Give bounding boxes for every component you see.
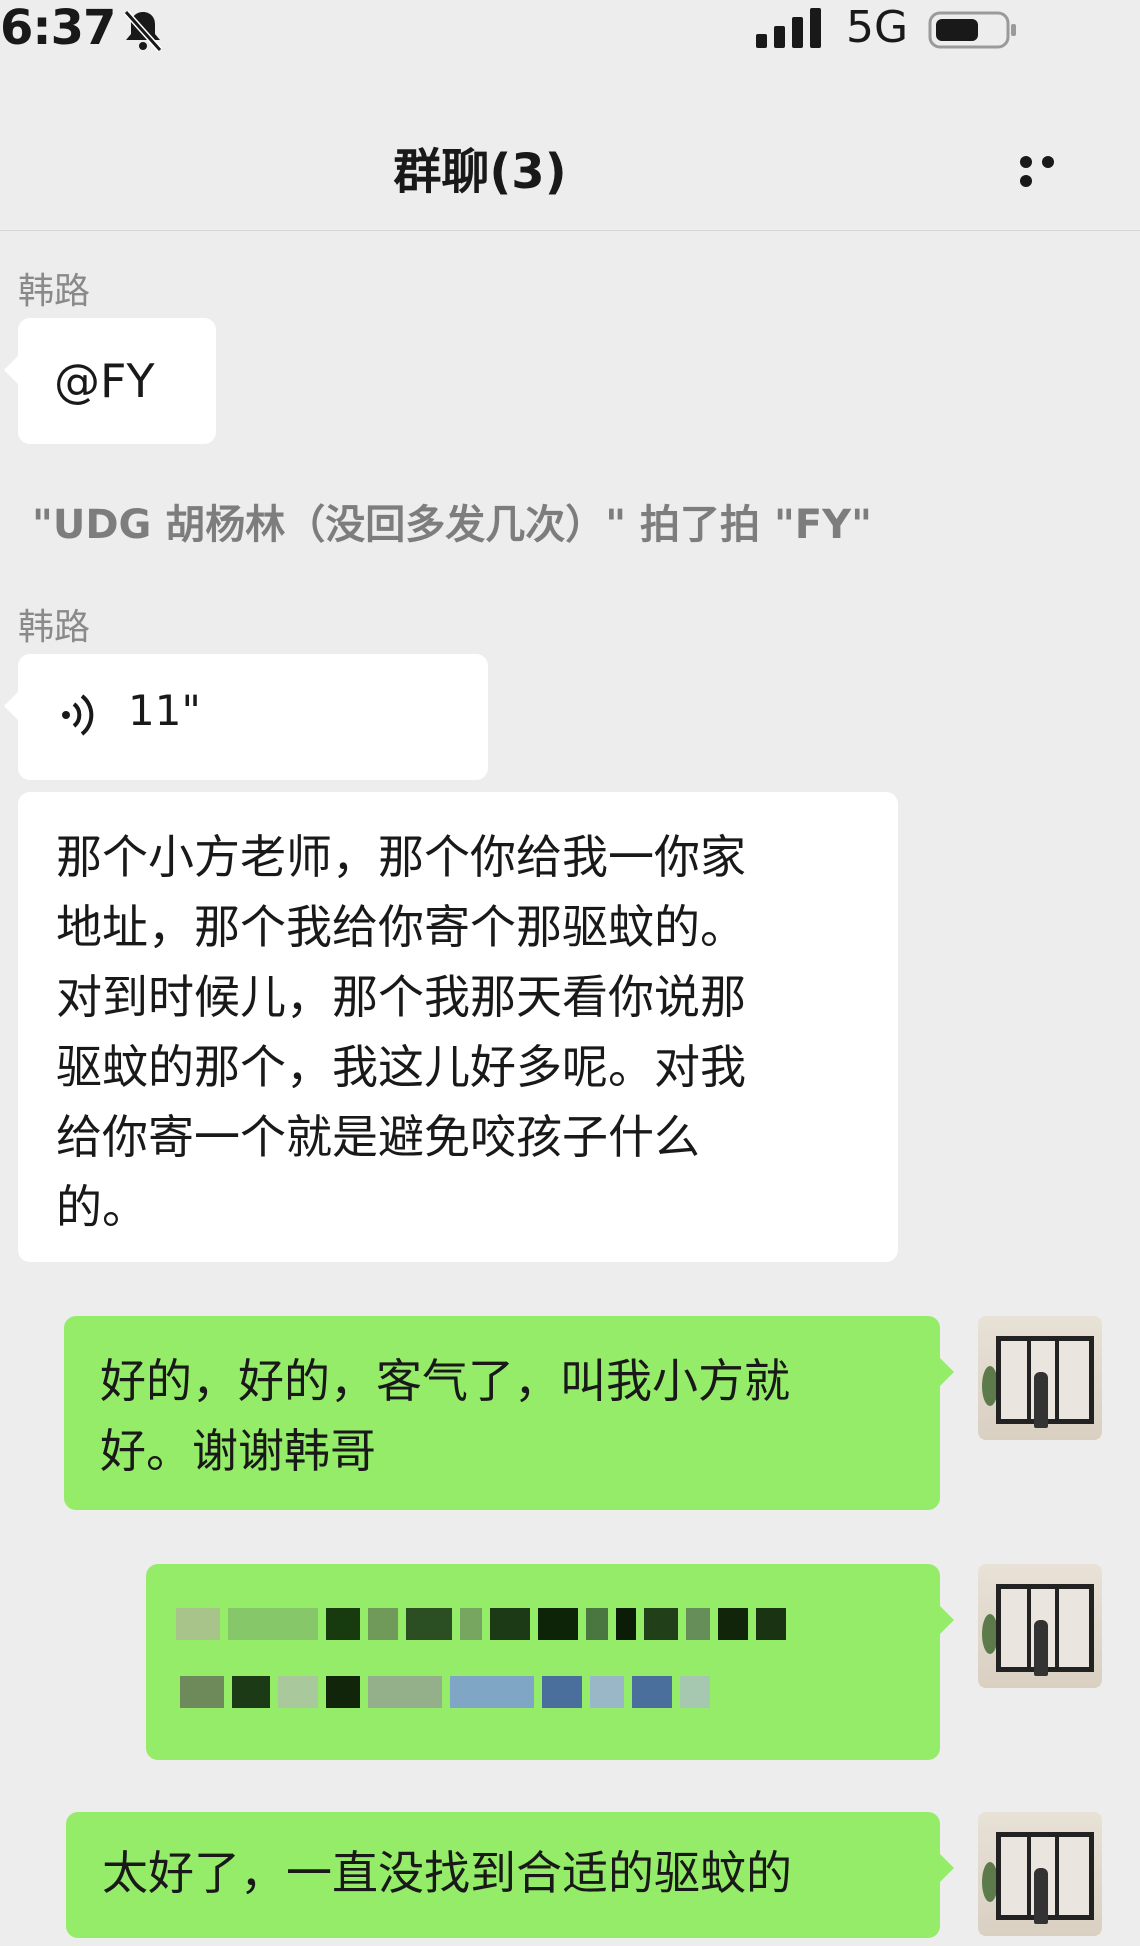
voice-wave-icon: [62, 694, 94, 736]
transcript-bubble[interactable]: 那个小方老师，那个你给我一你家 地址，那个我给你寄个那驱蚊的。 对到时候儿，那个…: [18, 792, 898, 1262]
network-type: 5G: [846, 2, 909, 53]
transcript-line: 对到时候儿，那个我那天看你说那: [56, 970, 746, 1024]
outgoing-message[interactable]: 好的，好的，客气了，叫我小方就 好。谢谢韩哥: [64, 1316, 954, 1510]
message-bubble[interactable]: @FY: [4, 318, 216, 444]
bell-muted-icon: [123, 9, 163, 52]
outgoing-message[interactable]: 太好了，一直没找到合适的驱蚊的: [66, 1812, 954, 1938]
system-notice: "UDG 胡杨林（没回多发几次）" 拍了拍 "FY": [32, 502, 872, 548]
avatar[interactable]: [978, 1812, 1102, 1936]
redacted-text: [180, 1676, 710, 1708]
chat-title: 群聊(3): [393, 144, 567, 200]
voice-duration: 11": [128, 686, 201, 735]
more-options-icon[interactable]: [1020, 153, 1084, 187]
avatar[interactable]: [978, 1316, 1102, 1440]
transcript-line: 那个小方老师，那个你给我一你家: [56, 830, 746, 884]
transcript-line: 的。: [56, 1180, 148, 1234]
outgoing-message-redacted[interactable]: [146, 1564, 954, 1760]
sender-name: 韩路: [18, 607, 91, 648]
transcript-line: 给你寄一个就是避免咬孩子什么: [56, 1110, 700, 1164]
signal-icon: [756, 8, 821, 48]
redacted-text: [176, 1608, 786, 1640]
status-time: 6:37: [0, 0, 116, 56]
avatar[interactable]: [978, 1564, 1102, 1688]
chat-header: 群聊(3): [0, 60, 1140, 231]
transcript-line: 地址，那个我给你寄个那驱蚊的。: [56, 900, 746, 954]
message-text: @FY: [54, 354, 155, 408]
transcript-line: 驱蚊的那个，我这儿好多呢。对我: [56, 1040, 746, 1094]
battery-icon: [928, 11, 1016, 49]
message-text: 太好了，一直没找到合适的驱蚊的: [102, 1846, 792, 1900]
status-bar: 6:37 5G: [0, 0, 1140, 60]
message-line: 好。谢谢韩哥: [100, 1424, 376, 1478]
sender-name: 韩路: [18, 271, 91, 312]
message-line: 好的，好的，客气了，叫我小方就: [100, 1354, 790, 1408]
voice-message[interactable]: 11": [4, 654, 488, 780]
